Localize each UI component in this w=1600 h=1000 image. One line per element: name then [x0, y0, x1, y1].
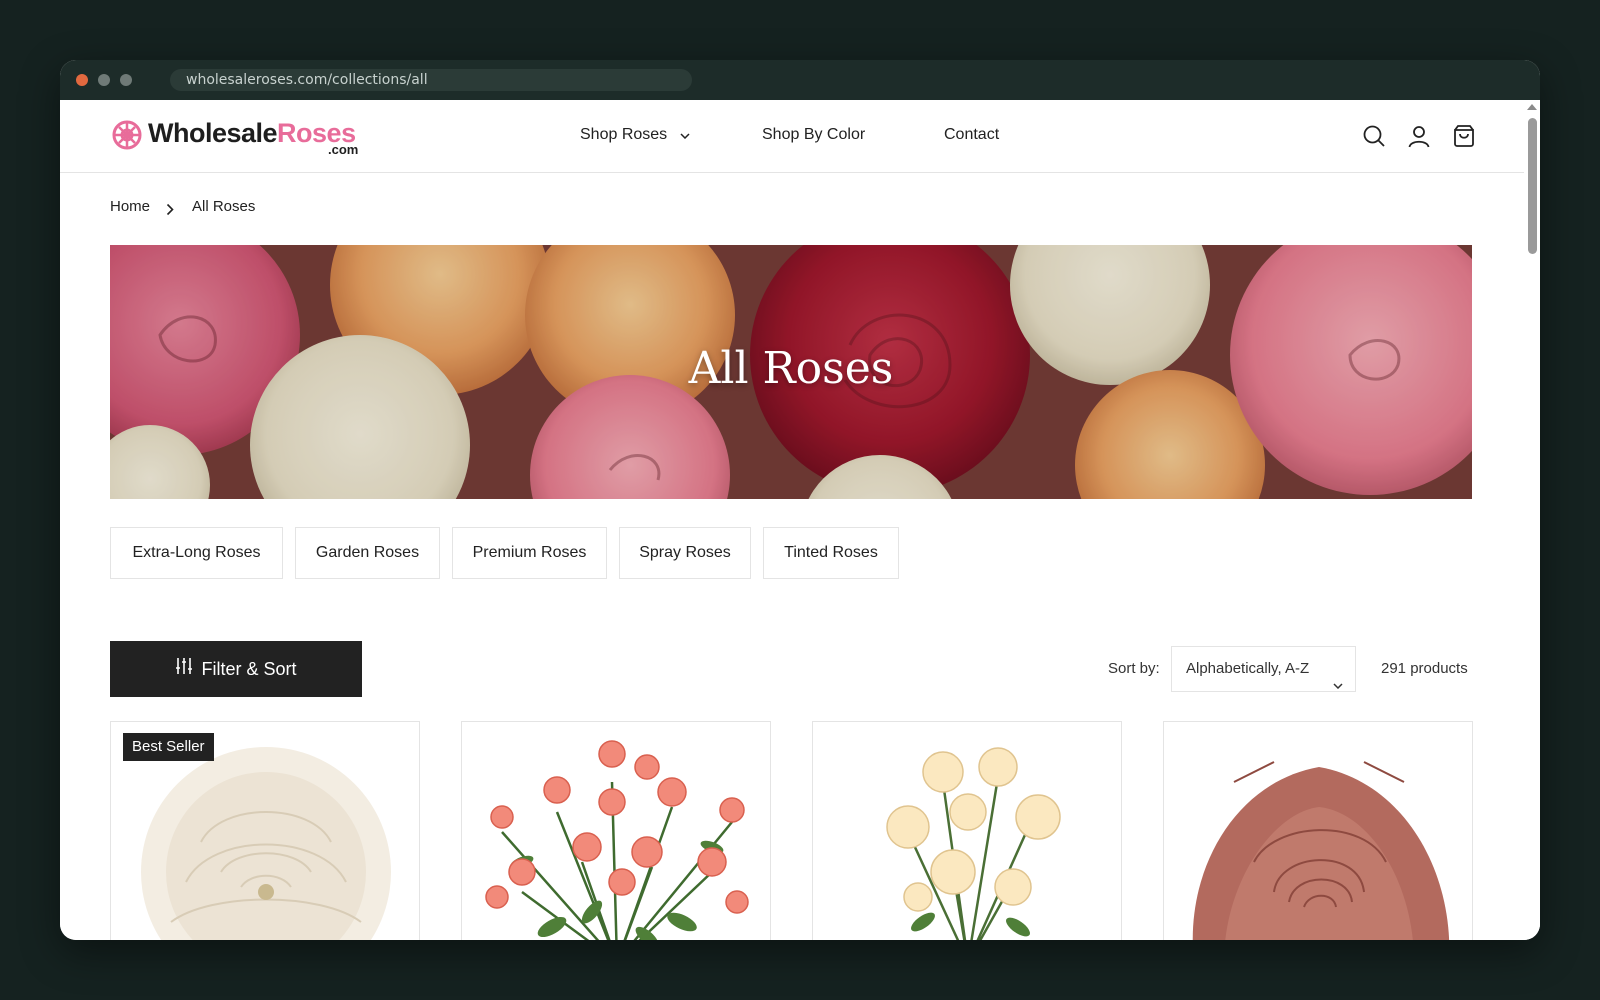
cream-spray-roses-image	[813, 722, 1121, 940]
subcategory-garden-roses[interactable]: Garden Roses	[295, 527, 440, 579]
collection-title: All Roses	[688, 343, 894, 394]
best-seller-badge: Best Seller	[123, 733, 214, 761]
breadcrumb-current: All Roses	[192, 198, 256, 215]
product-card[interactable]	[461, 721, 771, 940]
page-viewport: WholesaleRoses .com Shop Roses Shop By C…	[60, 100, 1540, 940]
logo-suffix: .com	[328, 142, 359, 157]
maximize-window-button[interactable]	[120, 74, 132, 86]
subcategory-extra-long-roses[interactable]: Extra-Long Roses	[110, 527, 283, 579]
page-scrollbar[interactable]	[1524, 100, 1540, 940]
product-card[interactable]	[812, 721, 1122, 940]
scroll-up-arrow-icon[interactable]	[1527, 104, 1537, 110]
subcategory-spray-roses[interactable]: Spray Roses	[619, 527, 751, 579]
product-card[interactable]	[1163, 721, 1473, 940]
nav-shop-by-color[interactable]: Shop By Color	[762, 126, 865, 144]
scrollbar-thumb[interactable]	[1528, 118, 1537, 254]
sliders-icon	[175, 641, 193, 697]
dusty-rose-bloom-image	[1164, 722, 1472, 940]
cart-icon[interactable]	[1452, 124, 1476, 148]
product-count: 291 products	[1381, 660, 1468, 677]
browser-window: wholesaleroses.com/collections/all Whole…	[60, 60, 1540, 940]
minimize-window-button[interactable]	[98, 74, 110, 86]
sort-select-value: Alphabetically, A-Z	[1186, 660, 1310, 677]
sort-label: Sort by:	[1108, 660, 1160, 677]
nav-contact[interactable]: Contact	[944, 126, 999, 144]
title-bar: wholesaleroses.com/collections/all	[60, 60, 1540, 100]
address-bar[interactable]: wholesaleroses.com/collections/all	[170, 69, 692, 91]
close-window-button[interactable]	[76, 74, 88, 86]
breadcrumb-home[interactable]: Home	[110, 198, 150, 215]
filter-sort-label: Filter & Sort	[201, 659, 297, 679]
peach-spray-roses-image	[462, 722, 770, 940]
filter-sort-button[interactable]: Filter & Sort	[110, 641, 362, 697]
account-icon[interactable]	[1407, 124, 1431, 148]
rose-logo-icon	[112, 120, 142, 150]
logo-wordmark: WholesaleRoses	[148, 118, 356, 148]
site-logo[interactable]: WholesaleRoses .com	[110, 116, 370, 157]
chevron-right-icon	[166, 201, 174, 220]
nav-shop-roses[interactable]: Shop Roses	[580, 126, 690, 144]
chevron-down-icon	[1333, 663, 1343, 707]
product-card[interactable]: Best Seller	[110, 721, 420, 940]
nav-shop-roses-label: Shop Roses	[580, 126, 668, 144]
search-icon[interactable]	[1362, 124, 1386, 148]
chevron-down-icon	[680, 126, 690, 144]
sort-select[interactable]: Alphabetically, A-Z	[1171, 646, 1356, 692]
collection-hero-banner: All Roses	[110, 245, 1472, 499]
subcategory-premium-roses[interactable]: Premium Roses	[452, 527, 607, 579]
site-header: WholesaleRoses .com Shop Roses Shop By C…	[60, 100, 1524, 173]
subcategory-tinted-roses[interactable]: Tinted Roses	[763, 527, 899, 579]
